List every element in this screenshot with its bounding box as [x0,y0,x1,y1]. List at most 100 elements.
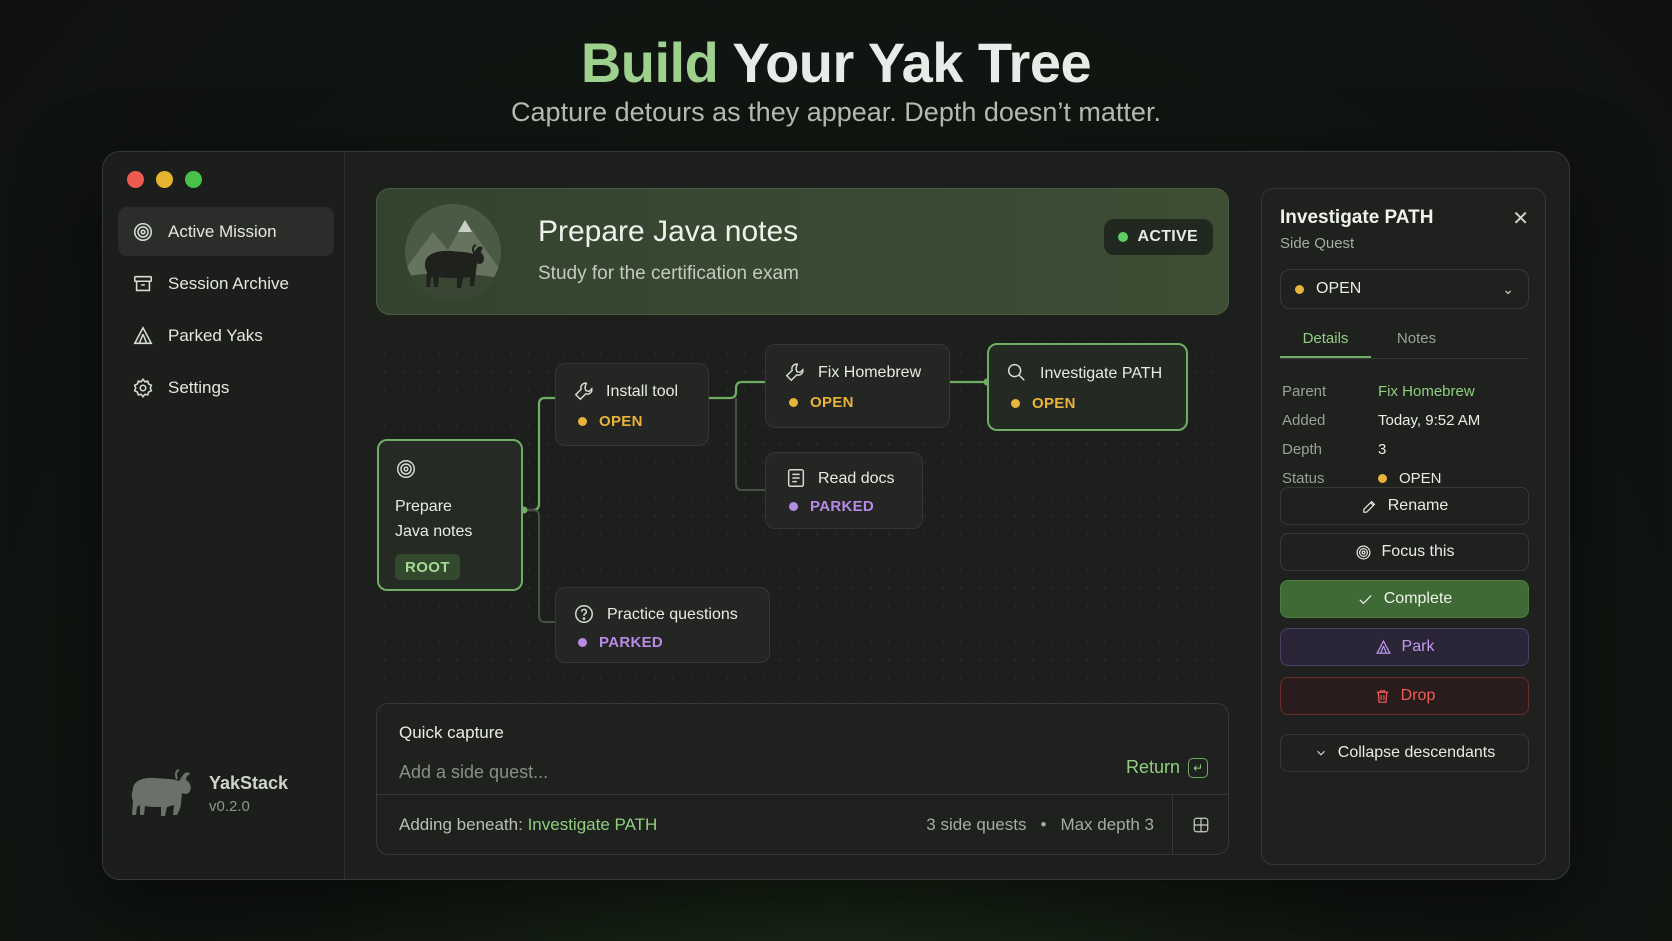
panel-title: Investigate PATH [1280,207,1434,228]
sidebar-item-label: Active Mission [168,221,277,241]
details-list: Parent Fix Homebrew Added Today, 9:52 AM… [1282,377,1527,493]
side-quest-input[interactable] [399,759,1099,785]
node-status-label: OPEN [599,413,643,430]
chevron-down-icon [1316,750,1325,756]
quick-capture: Quick capture Return ↵ Adding beneath: I… [376,703,1229,855]
check-icon [1359,594,1372,604]
brand-name: YakStack [209,773,289,793]
maximize-window-button[interactable] [185,171,202,188]
side-quest-count: 3 side quests [926,815,1027,834]
app-window: Active Mission Session Archive Parked Ya… [102,151,1570,880]
tent-icon [133,325,153,344]
quick-capture-heading: Quick capture [399,723,504,742]
mission-title: Prepare Java notes [538,215,799,248]
detail-row-parent: Parent Fix Homebrew [1282,377,1527,406]
tree-node-root[interactable]: Prepare Java notes ROOT [377,439,523,591]
close-window-button[interactable] [127,171,144,188]
adding-beneath-label: Adding beneath: [399,815,528,834]
status-dot [789,502,798,511]
collapse-label: Collapse descendants [1337,744,1496,761]
node-status: OPEN [789,394,854,411]
park-label: Park [1401,638,1435,655]
tree-node-read-docs[interactable]: Read docs PARKED [765,452,923,529]
trash-icon [1376,689,1388,703]
rename-button[interactable]: Rename [1280,487,1529,525]
complete-button[interactable]: Complete [1280,580,1529,618]
hero-title-rest: Your Yak Tree [718,31,1092,94]
stats-separator: • [1040,815,1047,834]
sidebar-item-parked-yaks[interactable]: Parked Yaks [118,311,334,360]
mission-subtitle: Study for the certification exam [538,263,799,284]
park-button[interactable]: Park [1280,628,1529,666]
sidebar-nav: Active Mission Session Archive Parked Ya… [118,207,334,415]
tab-details[interactable]: Details [1280,319,1371,358]
brand-version: v0.2.0 [209,798,250,815]
sidebar-item-settings[interactable]: Settings [118,363,334,412]
brand: YakStack v0.2.0 [127,767,288,821]
root-node-title-line2: Java notes [395,523,473,540]
layout-toggle-button[interactable] [1172,795,1228,855]
node-status: PARKED [578,634,663,651]
target-icon [1356,545,1371,559]
close-icon[interactable]: ✕ [1512,206,1529,231]
tree-node-practice-questions[interactable]: Practice questions PARKED [555,587,770,663]
complete-label: Complete [1383,590,1453,607]
sidebar-item-label: Session Archive [168,273,289,293]
return-button[interactable]: Return ↵ [1126,757,1208,778]
status-badge-label: ACTIVE [1137,228,1198,245]
tree-node-install-tool[interactable]: Install tool OPEN [555,363,709,446]
parent-link[interactable]: Fix Homebrew [1378,383,1475,400]
document-icon [787,469,805,487]
status-dot [1295,284,1304,294]
collapse-descendants-button[interactable]: Collapse descendants [1280,734,1529,772]
adding-beneath-target[interactable]: Investigate PATH [528,815,658,834]
detail-row-added: Added Today, 9:52 AM [1282,406,1527,435]
detail-value-status: OPEN [1378,470,1442,487]
adding-beneath: Adding beneath: Investigate PATH [399,815,657,835]
tab-notes[interactable]: Notes [1371,319,1462,358]
drop-button[interactable]: Drop [1280,677,1529,715]
node-status-label: OPEN [1032,395,1076,412]
detail-value: Today, 9:52 AM [1378,412,1481,429]
detail-key: Added [1282,412,1326,429]
detail-key: Parent [1282,383,1327,400]
focus-button[interactable]: Focus this [1280,533,1529,571]
status-dot [1378,474,1387,483]
node-title: Investigate PATH [1040,365,1163,382]
status-dot [578,638,587,647]
panel-subtitle: Side Quest [1280,235,1355,252]
status-select-value: OPEN [1316,280,1362,297]
mission-card: Prepare Java notes Study for the certifi… [376,188,1229,315]
node-status-label: PARKED [810,498,875,515]
sidebar-item-label: Parked Yaks [168,325,263,345]
root-node-title-line1: Prepare [395,498,452,515]
tree-node-investigate-path[interactable]: Investigate PATH OPEN [987,343,1188,431]
detail-value: OPEN [1399,470,1442,487]
sidebar-item-active-mission[interactable]: Active Mission [118,207,334,256]
status-dot [1011,399,1020,408]
tree-node-fix-homebrew[interactable]: Fix Homebrew OPEN [765,344,950,428]
root-badge: ROOT [395,554,460,580]
detail-key: Status [1282,470,1325,487]
minimize-window-button[interactable] [156,171,173,188]
node-status-label: PARKED [599,634,664,651]
sidebar-item-session-archive[interactable]: Session Archive [118,259,334,308]
node-title: Read docs [818,470,895,487]
target-icon [397,460,415,478]
drop-label: Drop [1400,687,1436,704]
wrench-icon [574,382,593,401]
main-area: Prepare Java notes Study for the certifi… [345,152,1237,879]
node-status-label: OPEN [810,394,854,411]
status-select[interactable]: OPEN ⌄ [1280,269,1529,309]
wrench-icon [785,363,804,382]
rename-label: Rename [1387,497,1449,514]
node-title: Practice questions [607,606,738,623]
status-dot [578,417,587,426]
node-title: Fix Homebrew [818,364,922,381]
pencil-icon [1362,500,1376,513]
hero-subtitle: Capture detours as they appear. Depth do… [511,97,1161,127]
target-icon [133,222,153,241]
quick-capture-footer: Adding beneath: Investigate PATH 3 side … [377,794,1228,855]
mission-avatar [405,204,501,300]
question-icon [575,605,593,623]
